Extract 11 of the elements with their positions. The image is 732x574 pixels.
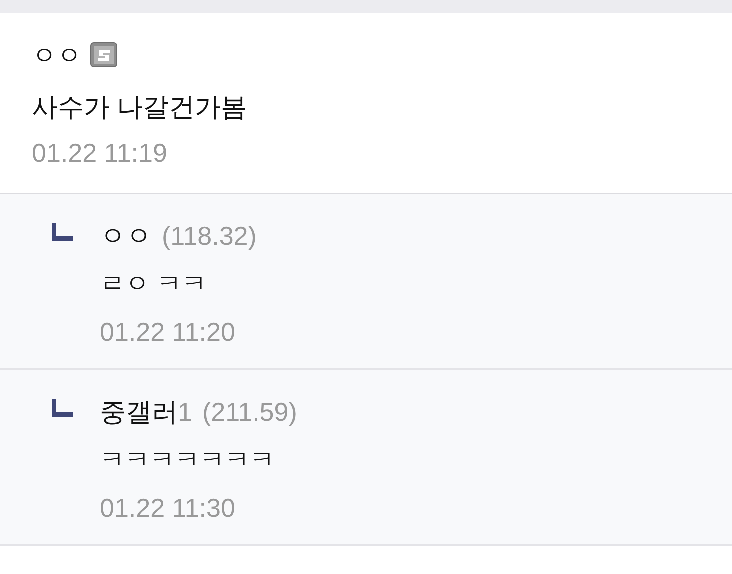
author-name: ㅇㅇ bbox=[100, 220, 152, 253]
author-name: 중갤러 1 bbox=[100, 396, 192, 429]
author-name: ㅇㅇ bbox=[32, 40, 82, 72]
comment-text: 사수가 나갈건가봄 bbox=[32, 91, 248, 124]
reply-text: ㅋㅋㅋㅋㅋㅋㅋ bbox=[100, 445, 276, 476]
ip-address: (118.32) bbox=[162, 220, 257, 253]
reply-text: ㄹㅇ ㅋㅋ bbox=[100, 269, 208, 300]
reply-time: 01.22 11:20 bbox=[100, 316, 236, 349]
ip-address: (211.59) bbox=[202, 396, 298, 429]
comment-time: 01.22 11:19 bbox=[32, 137, 168, 170]
reply-time: 01.22 11:30 bbox=[100, 492, 236, 525]
